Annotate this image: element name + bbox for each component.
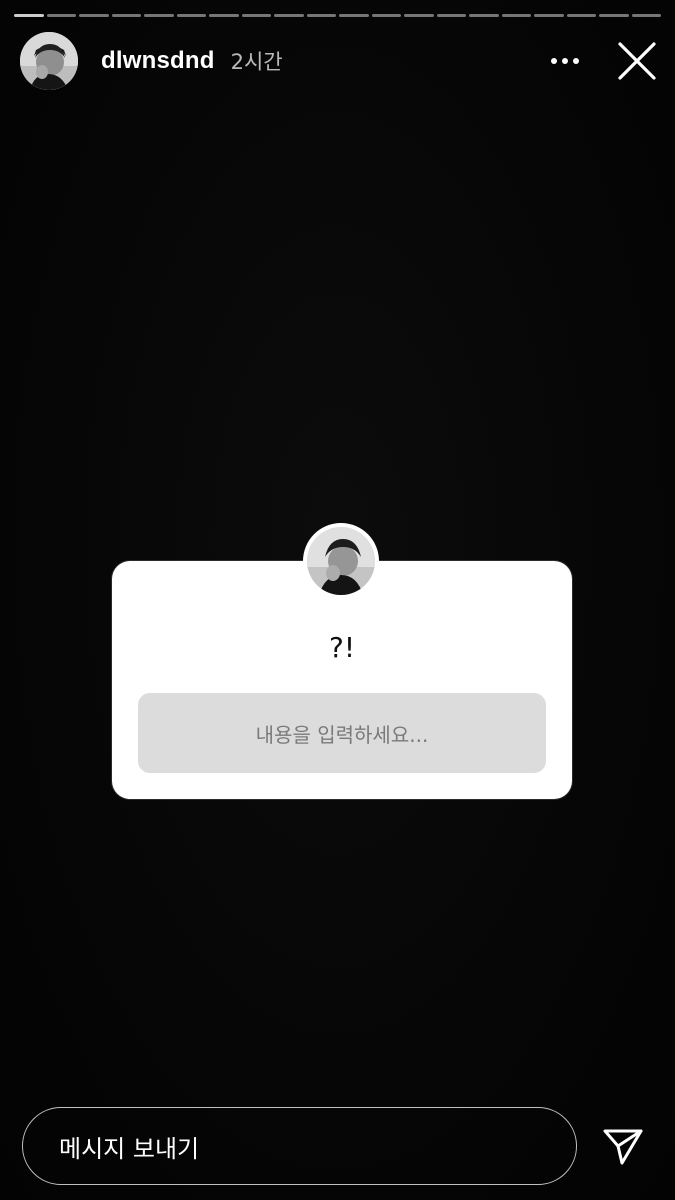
progress-segment	[599, 14, 629, 17]
story-header: dlwnsdnd 2시간	[20, 30, 659, 92]
progress-segment	[209, 14, 239, 17]
answer-input[interactable]: 내용을 입력하세요...	[138, 693, 546, 773]
profile-avatar[interactable]	[20, 32, 78, 90]
progress-segment	[501, 14, 531, 17]
progress-segment	[176, 14, 206, 17]
story-viewer[interactable]: dlwnsdnd 2시간 ?! 내용을 입력하세요... 메시지 보내기	[0, 0, 675, 1200]
progress-segment	[306, 14, 336, 17]
progress-segment	[144, 14, 174, 17]
progress-segment	[339, 14, 369, 17]
progress-segment	[566, 14, 596, 17]
progress-segment	[631, 14, 661, 17]
progress-segment	[241, 14, 271, 17]
question-text: ?!	[328, 631, 356, 664]
progress-segment	[79, 14, 109, 17]
sticker-avatar	[303, 523, 379, 599]
progress-segment	[404, 14, 434, 17]
more-options-button[interactable]	[543, 39, 587, 83]
progress-segment	[436, 14, 466, 17]
progress-segment	[469, 14, 499, 17]
progress-segment	[534, 14, 564, 17]
more-horizontal-icon	[551, 58, 579, 64]
close-icon	[618, 42, 656, 80]
username[interactable]: dlwnsdnd	[101, 47, 215, 75]
progress-segment	[371, 14, 401, 17]
send-message-input[interactable]: 메시지 보내기	[22, 1107, 577, 1185]
send-icon	[603, 1129, 643, 1165]
post-time: 2시간	[230, 50, 283, 74]
close-button[interactable]	[615, 39, 659, 83]
progress-segment	[274, 14, 304, 17]
progress-segment	[46, 14, 76, 17]
progress-segment	[111, 14, 141, 17]
story-progress-bar	[14, 14, 661, 17]
send-button[interactable]	[598, 1122, 648, 1172]
progress-segment	[14, 14, 44, 17]
